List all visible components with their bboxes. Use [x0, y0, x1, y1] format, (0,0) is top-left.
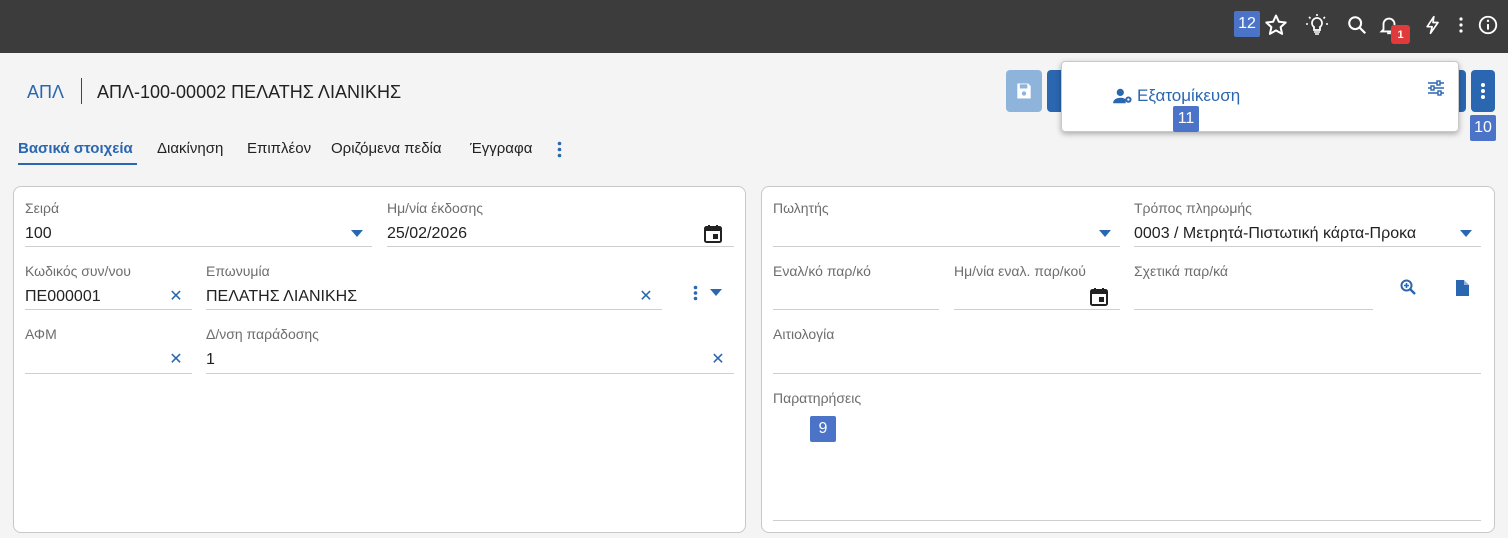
clear-icon[interactable]: ✕ [169, 350, 183, 368]
alt-date-input[interactable] [954, 309, 1120, 310]
delivery-address-underline [206, 373, 734, 374]
calendar-icon[interactable] [703, 223, 723, 243]
payment-method-select[interactable]: 0003 / Μετρητά-Πιστωτική κάρτα-Προκα [1134, 225, 1470, 243]
delivery-address-label: Δ/νση παράδοσης [206, 326, 319, 342]
user-settings-icon [1113, 88, 1132, 104]
alt-doc-label: Εναλ/κό παρ/κό [773, 263, 871, 279]
kebab-icon[interactable] [1448, 12, 1474, 38]
payment-method-underline [1134, 246, 1481, 247]
top-bar: 12 1 [0, 0, 1508, 53]
add-button[interactable] [1047, 70, 1061, 112]
tab-basic[interactable]: Βασικά στοιχεία [18, 140, 133, 157]
seller-underline [773, 246, 1120, 247]
series-underline [25, 246, 372, 247]
series-select[interactable]: 100 [25, 225, 52, 243]
tab-extra[interactable]: Επιπλέον [247, 140, 311, 157]
breadcrumb-divider [81, 78, 82, 104]
save-icon [1017, 83, 1031, 99]
sliders-icon[interactable] [1427, 80, 1445, 101]
tab-documents[interactable]: Έγγραφα [470, 140, 532, 157]
info-icon[interactable] [1475, 12, 1501, 38]
tag-12: 12 [1234, 11, 1260, 37]
customer-code-input[interactable]: ΠΕ000001 [25, 288, 101, 306]
star-icon[interactable] [1263, 12, 1289, 38]
active-tab-indicator [18, 163, 137, 165]
seller-label: Πωλητής [773, 200, 829, 216]
breadcrumb-code[interactable]: ΑΠΛ [27, 82, 64, 103]
name-input[interactable]: ΠΕΛΑΤΗΣ ΛΙΑΝΙΚΗΣ [206, 288, 357, 306]
reason-input[interactable] [773, 373, 1481, 374]
left-panel [13, 186, 746, 533]
series-label: Σειρά [25, 200, 60, 216]
issue-date-label: Ημ/νία έκδοσης [387, 200, 483, 216]
customer-code-label: Κωδικός συν/νου [25, 263, 131, 279]
personalize-label: Εξατομίκευση [1137, 86, 1241, 105]
chevron-down-icon[interactable] [1460, 228, 1472, 238]
name-underline [206, 309, 662, 310]
kebab-icon [1481, 83, 1485, 99]
afm-label: ΑΦΜ [25, 326, 57, 342]
notification-badge: 1 [1391, 25, 1410, 44]
tabs-more-icon[interactable] [553, 139, 565, 159]
clear-icon[interactable]: ✕ [169, 287, 183, 305]
clear-icon[interactable]: ✕ [639, 287, 653, 305]
delivery-address-input[interactable]: 1 [206, 351, 215, 369]
chevron-down-icon[interactable] [351, 228, 363, 238]
save-button[interactable] [1006, 70, 1042, 112]
page-title: ΑΠΛ-100-00002 ΠΕΛΑΤΗΣ ΛΙΑΝΙΚΗΣ [97, 82, 402, 102]
document-icon[interactable] [1454, 279, 1470, 297]
name-label: Επωνυμία [206, 263, 270, 279]
personalize-popover: Εξατομίκευση 11 [1061, 61, 1459, 132]
related-docs-input[interactable] [1134, 309, 1373, 310]
payment-method-label: Τρόπος πληρωμής [1134, 200, 1252, 216]
clear-icon[interactable]: ✕ [711, 350, 725, 368]
afm-underline [25, 373, 192, 374]
tag-10: 10 [1470, 115, 1496, 141]
issue-date-underline [387, 246, 734, 247]
notes-label: Παρατηρήσεις [773, 390, 862, 406]
search-icon[interactable] [1344, 12, 1370, 38]
related-docs-label: Σχετικά παρ/κά [1134, 263, 1229, 279]
bulb-icon[interactable] [1304, 12, 1330, 38]
chevron-down-icon[interactable] [709, 287, 723, 297]
personalize-menu-item[interactable]: Εξατομίκευση [1112, 86, 1240, 106]
zoom-search-icon[interactable] [1399, 278, 1417, 296]
chevron-down-icon[interactable] [1099, 228, 1111, 238]
bolt-icon[interactable] [1420, 12, 1446, 38]
more-actions-button[interactable] [1471, 70, 1495, 112]
calendar-icon[interactable] [1089, 286, 1109, 306]
tab-custom-fields[interactable]: Οριζόμενα πεδία [331, 140, 442, 157]
tab-transport[interactable]: Διακίνηση [157, 140, 223, 157]
kebab-icon[interactable] [690, 284, 700, 302]
alt-doc-input[interactable] [773, 309, 939, 310]
alt-date-label: Ημ/νία εναλ. παρ/κού [954, 263, 1086, 279]
customer-code-underline [25, 309, 192, 310]
reason-label: Αιτιολογία [773, 326, 835, 342]
tag-9: 9 [810, 416, 836, 442]
issue-date-input[interactable]: 25/02/2026 [387, 225, 467, 243]
notes-textarea[interactable] [773, 520, 1481, 521]
tag-11: 11 [1173, 106, 1199, 132]
